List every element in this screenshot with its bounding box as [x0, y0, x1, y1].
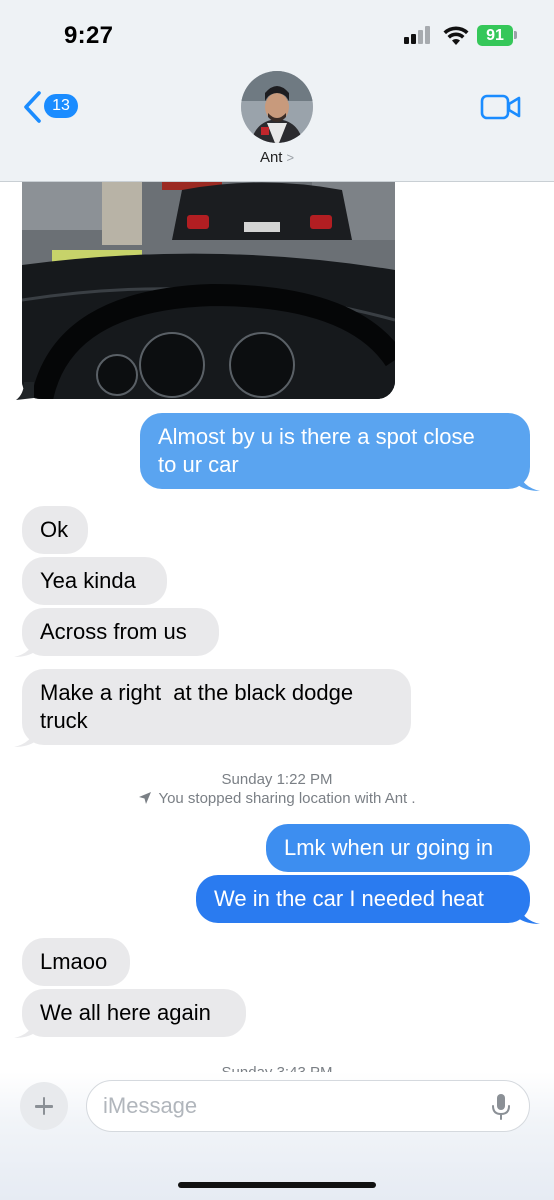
status-time: 9:27	[64, 22, 114, 49]
home-indicator	[178, 1182, 376, 1188]
signal-icon	[404, 26, 434, 44]
outgoing-message[interactable]: We in the car I needed heat	[196, 875, 530, 923]
incoming-message[interactable]: We all here again	[22, 989, 246, 1037]
contact-chevron-icon: >	[286, 150, 295, 165]
outgoing-message[interactable]: Lmk when ur going in	[266, 824, 530, 872]
avatar-photo	[241, 71, 313, 143]
contact-avatar[interactable]	[241, 71, 313, 143]
photo-tail	[16, 382, 34, 400]
message-timestamp: Sunday 3:43 PM	[0, 1062, 554, 1072]
incoming-message[interactable]: Lmaoo	[22, 938, 130, 986]
incoming-message[interactable]: Ok	[22, 506, 88, 554]
bubble-tail	[14, 637, 36, 657]
contact-name-link[interactable]: Ant >	[0, 149, 554, 166]
microphone-icon[interactable]	[490, 1092, 512, 1122]
battery-tip	[514, 31, 517, 39]
wifi-icon	[443, 26, 469, 45]
battery-level: 91	[486, 27, 504, 44]
photo-attachment[interactable]	[22, 170, 395, 399]
message-composer	[0, 1072, 554, 1200]
back-chevron-icon	[24, 91, 41, 123]
conversation-header: 9:27 91 13 Ant >	[0, 0, 554, 182]
video-camera-icon[interactable]	[480, 92, 522, 122]
dashboard-photo	[22, 170, 395, 399]
bubble-tail	[518, 904, 540, 924]
contact-name: Ant	[259, 149, 283, 166]
battery-icon: 91	[477, 25, 513, 46]
message-input[interactable]	[86, 1080, 530, 1132]
location-arrow-icon	[139, 792, 152, 804]
plus-icon[interactable]	[20, 1082, 68, 1130]
incoming-message[interactable]: Yea kinda	[22, 557, 167, 605]
location-notice: You stopped sharing location with Ant .	[0, 790, 554, 807]
unread-count-badge: 13	[44, 94, 78, 118]
back-button[interactable]: 13	[22, 88, 84, 126]
bubble-tail	[518, 471, 540, 491]
bubble-tail	[14, 1018, 36, 1038]
outgoing-message[interactable]: Almost by u is there a spot close to ur …	[140, 413, 530, 489]
bubble-tail	[14, 727, 36, 747]
message-timestamp: Sunday 1:22 PM	[221, 771, 333, 788]
incoming-message[interactable]: Across from us	[22, 608, 219, 656]
location-notice-text: You stopped sharing location with Ant .	[158, 790, 416, 807]
incoming-message[interactable]: Make a right at the black dodge truck	[22, 669, 411, 745]
